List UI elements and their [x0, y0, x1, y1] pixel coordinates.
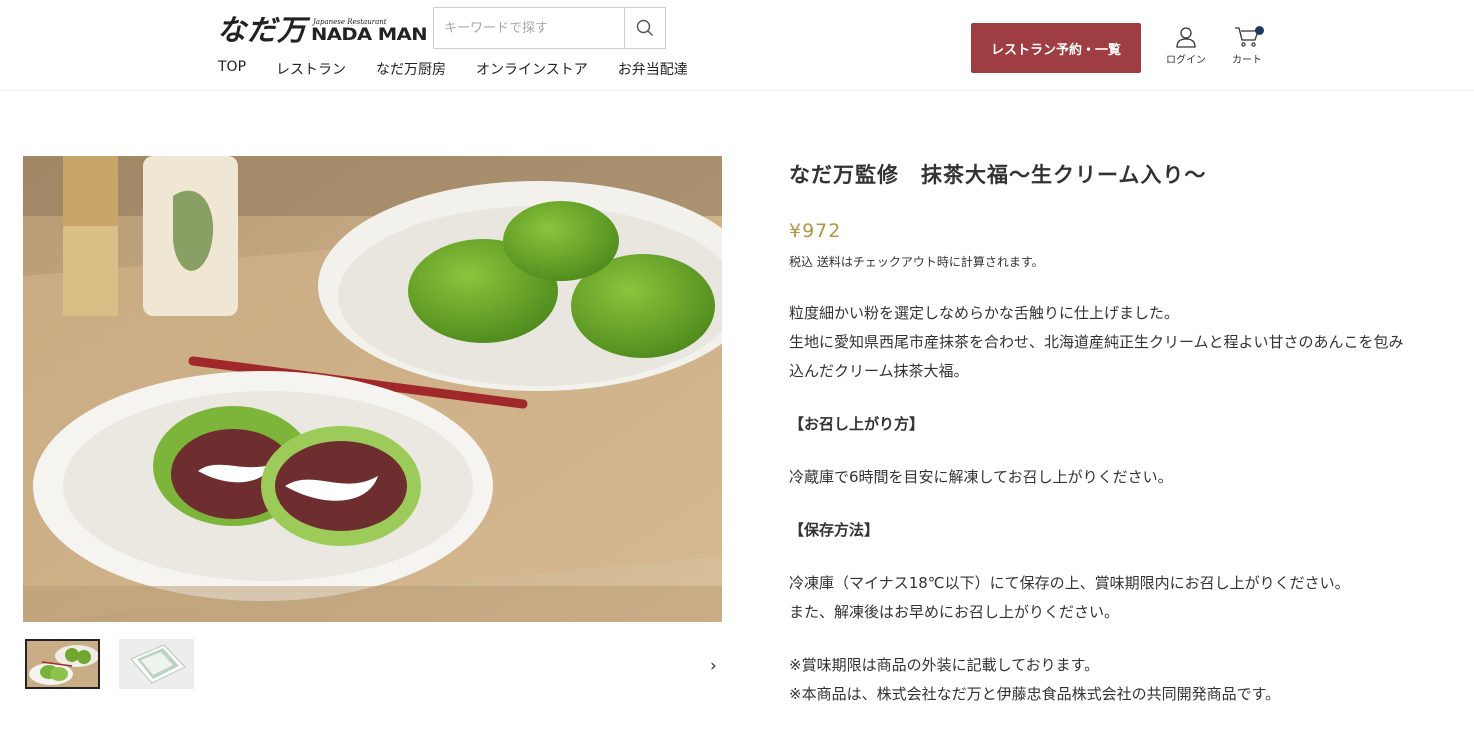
thumbnail-daifuku-image — [27, 641, 98, 687]
storage-instructions: 冷凍庫（マイナス18℃以下）にて保存の上、賞味期限内にお召し上がりください。 — [789, 574, 1350, 592]
product-price: ¥972 — [789, 220, 842, 242]
nadaman-logo[interactable]: なだ万 Japanese Restaurant NADA MAN — [217, 10, 428, 47]
site-header: なだ万 Japanese Restaurant NADA MAN TOP レスト… — [0, 0, 1474, 91]
nav-item-online-store[interactable]: オンラインストア — [476, 59, 588, 79]
user-icon — [1176, 27, 1196, 48]
product-main-image[interactable] — [23, 156, 722, 622]
storage-instructions: また、解凍後はお早めにお召し上がりください。 — [789, 603, 1120, 621]
product-title: なだ万監修 抹茶大福～生クリーム入り～ — [789, 162, 1207, 187]
tax-shipping-note: 税込 送料はチェックアウト時に計算されます。 — [789, 255, 1044, 269]
description-line: 生地に愛知県西尾市産抹茶を合わせ、北海道産純正生クリームと程よい甘さのあんこを包… — [789, 333, 1404, 351]
search-input[interactable] — [434, 8, 624, 48]
serving-heading: 【お召し上がり方】 — [789, 415, 925, 433]
search-icon — [636, 19, 653, 36]
gallery-next-arrow[interactable]: › — [710, 656, 717, 676]
matcha-daifuku-photo — [23, 156, 722, 622]
co-development-note: ※本商品は、株式会社なだ万と伊藤忠食品株式会社の共同開発商品です。 — [789, 685, 1281, 703]
product-description: 粒度細かい粉を選定しなめらかな舌触りに仕上げました。 生地に愛知県西尾市産抹茶を… — [789, 299, 1449, 709]
logo-wordmark: NADA MAN — [311, 25, 428, 45]
logo-english: Japanese Restaurant NADA MAN — [311, 18, 428, 44]
thumbnail-strip — [25, 639, 213, 689]
login-button[interactable]: ログイン — [1161, 26, 1211, 66]
description-line: 込んだクリーム抹茶大福。 — [789, 362, 969, 380]
nav-item-restaurant[interactable]: レストラン — [276, 59, 346, 79]
nav-item-kitchen[interactable]: なだ万厨房 — [376, 59, 446, 79]
description-line: 粒度細かい粉を選定しなめらかな舌触りに仕上げました。 — [789, 304, 1180, 322]
cart-badge — [1255, 26, 1264, 35]
cart-button[interactable]: カート — [1222, 26, 1272, 66]
thumbnail-package-image — [119, 639, 194, 689]
cart-label: カート — [1232, 55, 1262, 66]
nav-item-top[interactable]: TOP — [218, 59, 246, 79]
expiry-note: ※賞味期限は商品の外装に記載しております。 — [789, 656, 1100, 674]
main-nav: TOP レストラン なだ万厨房 オンラインストア お弁当配達 — [218, 59, 718, 79]
logo-japanese: なだ万 — [217, 13, 308, 47]
serving-instructions: 冷蔵庫で6時間を目安に解凍してお召し上がりください。 — [789, 468, 1173, 486]
restaurant-reservation-button[interactable]: レストラン予約・一覧 — [971, 23, 1141, 73]
search-button[interactable] — [624, 8, 665, 48]
thumbnail-1[interactable] — [25, 639, 100, 689]
nav-item-bento-delivery[interactable]: お弁当配達 — [618, 59, 688, 79]
login-label: ログイン — [1166, 55, 1206, 66]
search-box — [433, 7, 666, 49]
storage-heading: 【保存方法】 — [789, 521, 880, 539]
thumbnail-2[interactable] — [119, 639, 194, 689]
